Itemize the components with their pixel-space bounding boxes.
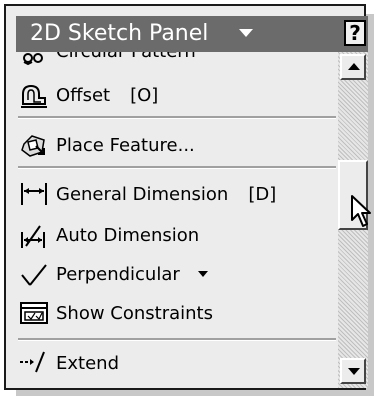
tool-perpendicular[interactable]: Perpendicular <box>16 259 338 289</box>
tool-shortcut: [D] <box>248 183 277 205</box>
circular-pattern-icon <box>18 52 50 66</box>
tool-label: Auto Dimension <box>56 224 200 246</box>
separator <box>18 338 336 341</box>
perpendicular-dropdown-icon[interactable] <box>197 271 208 277</box>
tool-shortcut: [O] <box>130 84 159 106</box>
tool-label: Offset <box>56 84 111 106</box>
scroll-down-button[interactable] <box>340 358 366 384</box>
separator <box>18 116 336 119</box>
tool-label: Circular Pattern <box>56 52 196 62</box>
place-feature-icon <box>18 130 50 160</box>
tool-label: Show Constraints <box>56 302 213 324</box>
tool-list: Circular Pattern Offset [O] Place Featur… <box>16 52 338 388</box>
perpendicular-icon <box>18 259 50 289</box>
show-constraints-icon <box>18 298 50 328</box>
tool-label: Perpendicular <box>56 263 180 285</box>
scroll-up-button[interactable] <box>340 54 366 80</box>
extend-icon <box>18 348 50 378</box>
arrow-down-icon <box>348 368 360 375</box>
arrow-up-icon <box>348 63 360 70</box>
tool-auto-dimension[interactable]: Auto Dimension <box>16 220 338 250</box>
title-dropdown-icon[interactable] <box>239 29 253 37</box>
tool-circular-pattern[interactable]: Circular Pattern <box>16 52 338 66</box>
panel-title[interactable]: 2D Sketch Panel <box>30 20 208 48</box>
tool-label: General Dimension <box>56 183 229 205</box>
tool-extend[interactable]: Extend <box>16 348 338 378</box>
separator <box>18 166 336 169</box>
offset-icon <box>18 80 50 110</box>
tool-show-constraints[interactable]: Show Constraints <box>16 298 338 328</box>
panel-titlebar[interactable]: 2D Sketch Panel ? <box>16 16 368 52</box>
tool-place-feature[interactable]: Place Feature... <box>16 130 338 160</box>
auto-dimension-icon <box>18 220 50 250</box>
tool-label: Extend <box>56 352 119 374</box>
tool-general-dimension[interactable]: General Dimension [D] <box>16 179 338 209</box>
general-dimension-icon <box>18 179 50 209</box>
tool-offset[interactable]: Offset [O] <box>16 80 338 110</box>
tool-label: Place Feature... <box>56 134 195 156</box>
mouse-cursor-icon <box>350 194 374 230</box>
help-button[interactable]: ? <box>344 20 366 46</box>
